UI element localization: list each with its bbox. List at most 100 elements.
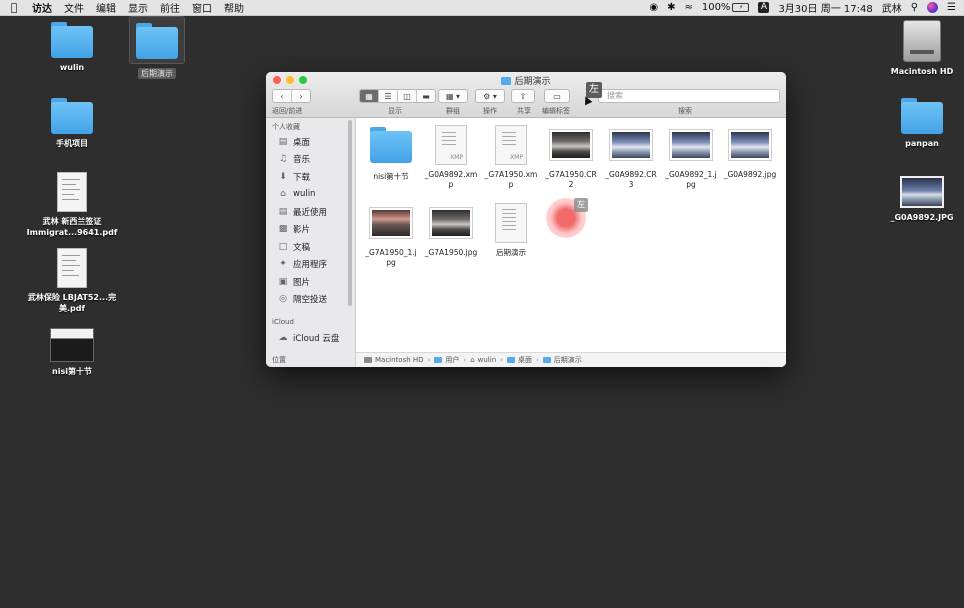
desktop-folder-panpan[interactable]: panpan: [867, 94, 964, 149]
sidebar-item-music[interactable]: ♫ 音乐: [266, 151, 355, 169]
window-toolbar: 后期演示 ‹ › 返回/前进 ▦ ☰ ◫ ▬ 显示 ▦ ▾ 群组 ⚙ ▾ 操作 …: [266, 72, 786, 118]
file-item-jpg[interactable]: _G7A1950_1.jpg: [360, 202, 422, 268]
path-separator-icon: ›: [427, 356, 431, 364]
file-item-xmp[interactable]: XMP _G0A9892.xmp: [420, 124, 482, 190]
file-name: _G7A1950.CR2: [545, 170, 597, 189]
sidebar-item-recents[interactable]: ▤ 最近使用: [266, 203, 355, 221]
siri-icon[interactable]: [927, 2, 939, 13]
list-view-button[interactable]: ☰: [379, 90, 398, 102]
search-label: 搜索: [678, 107, 692, 115]
sidebar-item-label: iCloud 云盘: [293, 333, 340, 344]
movies-icon: ▩: [278, 224, 288, 235]
desktop-drive-macintosh-hd[interactable]: Macintosh HD: [867, 20, 964, 77]
sidebar-item-label: 隔空投送: [293, 295, 328, 306]
folder-icon: [136, 23, 178, 59]
image-thumbnail-icon: [670, 130, 712, 160]
gallery-view-button[interactable]: ▬: [417, 90, 435, 102]
file-item-jpg[interactable]: _G7A1950.jpg: [420, 202, 482, 258]
desktop-icon-label: nisi第十节: [52, 367, 92, 376]
folder-icon: [370, 127, 412, 163]
file-item-folder[interactable]: nisi第十节: [360, 126, 422, 182]
apple-menu-icon[interactable]: : [0, 1, 28, 14]
menu-file[interactable]: 文件: [60, 0, 92, 15]
desktop-file-nisi[interactable]: nisi第十节: [17, 328, 127, 377]
pdf-document-icon: [57, 248, 87, 288]
path-item-wulin[interactable]: ⌂ wulin: [470, 356, 496, 364]
sidebar-item-label: 音乐: [293, 155, 311, 166]
action-label: 操作: [483, 107, 497, 115]
menu-window[interactable]: 窗口: [188, 0, 220, 15]
file-name: _G0A9892_1.jpg: [665, 170, 717, 189]
file-item-raw[interactable]: _G7A1950.CR2: [540, 124, 602, 190]
airdrop-icon: ◎: [279, 294, 287, 305]
file-item-jpg[interactable]: _G0A9892_1.jpg: [660, 124, 722, 190]
sidebar-item-downloads[interactable]: ⬇ 下载: [266, 168, 355, 186]
sidebar-item-applications[interactable]: ✦ 应用程序: [266, 256, 355, 274]
finder-window: 后期演示 ‹ › 返回/前进 ▦ ☰ ◫ ▬ 显示 ▦ ▾ 群组 ⚙ ▾ 操作 …: [266, 72, 786, 367]
path-item-desktop[interactable]: 桌面: [506, 355, 532, 365]
notification-center-icon[interactable]: ☰: [947, 2, 956, 13]
selection-highlight: [129, 16, 185, 64]
clock[interactable]: 3月30日 周一 17:48: [778, 0, 872, 15]
spotlight-icon[interactable]: ⚲: [911, 2, 918, 13]
back-button[interactable]: ‹: [273, 90, 292, 102]
document-icon: □: [278, 241, 288, 252]
file-name: _G7A1950.xmp: [484, 170, 538, 189]
drag-tag: 左: [574, 198, 588, 212]
desktop-file-jpg[interactable]: _G0A9892.JPG: [867, 176, 964, 223]
video-thumbnail-icon: [50, 328, 94, 362]
file-name: nisi第十节: [373, 172, 409, 181]
pdf-document-icon: [57, 172, 87, 212]
record-icon[interactable]: ◉: [649, 2, 658, 13]
desktop-folder-houqi[interactable]: 后期演示: [102, 16, 212, 79]
xmp-document-icon: XMP: [435, 125, 467, 165]
input-method-icon[interactable]: A: [758, 2, 770, 13]
path-item-houqi[interactable]: 后期演示: [542, 355, 582, 365]
sidebar-item-label: 桌面: [293, 137, 311, 148]
path-item-users[interactable]: 用户: [434, 355, 459, 365]
sidebar-scrollbar[interactable]: [348, 120, 352, 306]
edit-tags-button[interactable]: ▭: [544, 89, 570, 103]
battery-icon: ⚡: [732, 2, 750, 12]
desktop-file-pdf-insurance[interactable]: 武林保险 LBJAT52...完美.pdf: [17, 248, 127, 314]
sidebar-item-airdrop[interactable]: ◎ 隔空投送: [266, 291, 355, 309]
file-item-raw[interactable]: _G0A9892.CR3: [600, 124, 662, 190]
search-field[interactable]: 搜索: [598, 89, 780, 103]
search-placeholder: 搜索: [607, 91, 623, 100]
desktop-icon-label: 武林保险 LBJAT52...完美.pdf: [27, 293, 117, 313]
sidebar-item-desktop[interactable]: ▤ 桌面: [266, 133, 355, 151]
sidebar-item-movies[interactable]: ▩ 影片: [266, 221, 355, 239]
file-item-xmp[interactable]: XMP _G7A1950.xmp: [480, 124, 542, 190]
menu-go[interactable]: 前往: [156, 0, 188, 15]
menu-edit[interactable]: 编辑: [92, 0, 124, 15]
sidebar-item-home[interactable]: ⌂ wulin: [266, 186, 355, 204]
xmp-document-icon: XMP: [495, 125, 527, 165]
action-button[interactable]: ⚙ ▾: [475, 89, 505, 103]
forward-button[interactable]: ›: [292, 90, 310, 102]
group-button[interactable]: ▦ ▾: [438, 89, 468, 103]
menu-view[interactable]: 显示: [124, 0, 156, 15]
sidebar-item-icloud-drive[interactable]: ☁ iCloud 云盘: [266, 329, 355, 347]
desktop-icon-label: Macintosh HD: [890, 67, 954, 76]
path-item-macintosh-hd[interactable]: Macintosh HD: [364, 356, 424, 364]
file-name: 后期演示: [496, 248, 526, 257]
bluetooth-icon[interactable]: ✱: [667, 2, 675, 13]
user-menu[interactable]: 武林: [882, 0, 902, 15]
battery-status[interactable]: 100% ⚡: [702, 2, 750, 13]
share-button[interactable]: ⇧: [511, 89, 535, 103]
desktop-folder-shouji[interactable]: 手机项目: [17, 94, 127, 149]
sidebar: 个人收藏 ▤ 桌面 ♫ 音乐 ⬇ 下载 ⌂ wulin ▤ 最近使用 ▩ 影片 □ 文稿 ✦ 应…: [266, 118, 356, 367]
column-view-button[interactable]: ◫: [398, 90, 417, 102]
desktop-icon-label: _G0A9892.JPG: [890, 213, 954, 222]
sidebar-item-pictures[interactable]: ▣ 图片: [266, 273, 355, 291]
desktop-file-pdf-visa[interactable]: 武林 新西兰签证 Immigrat...9641.pdf: [17, 172, 127, 238]
sidebar-item-documents[interactable]: □ 文稿: [266, 238, 355, 256]
file-item-jpg[interactable]: _G0A9892.jpg: [719, 124, 781, 180]
wifi-icon[interactable]: ≈: [684, 2, 692, 13]
file-item-document[interactable]: 后期演示: [480, 202, 542, 258]
folder-icon: [51, 22, 93, 58]
menu-help[interactable]: 帮助: [220, 0, 252, 15]
sidebar-item-label: 最近使用: [293, 207, 328, 218]
icon-view-button[interactable]: ▦: [360, 90, 379, 102]
menu-finder[interactable]: 访达: [28, 0, 60, 15]
